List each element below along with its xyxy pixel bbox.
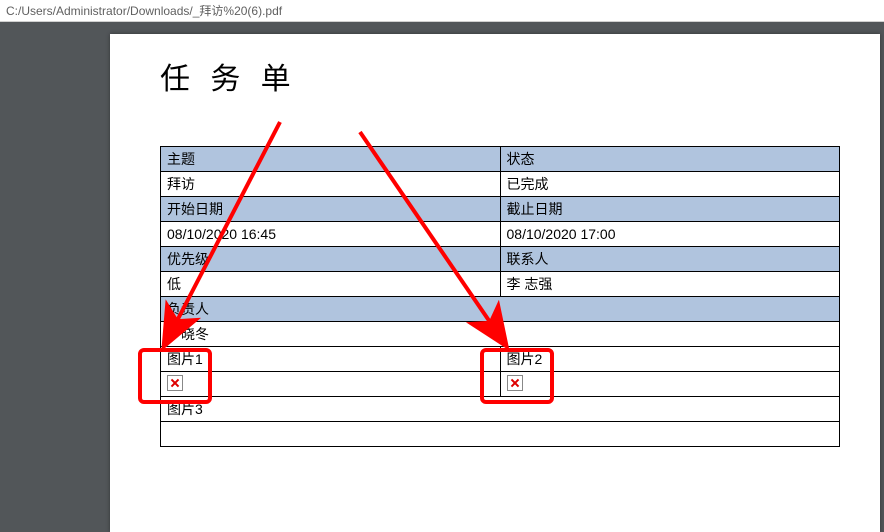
address-bar[interactable]: C:/Users/Administrator/Downloads/_拜访%20(… bbox=[0, 0, 884, 22]
annotation-red-arrow bbox=[360, 132, 505, 344]
pdf-viewer-area: 任 务 单 主题 状态 拜访 已完成 开始日期 截止日期 08/10/2020 … bbox=[0, 22, 884, 532]
annotation-arrows bbox=[0, 22, 884, 532]
annotation-red-arrow bbox=[165, 122, 280, 344]
address-path-text: C:/Users/Administrator/Downloads/_拜访%20(… bbox=[6, 2, 282, 19]
